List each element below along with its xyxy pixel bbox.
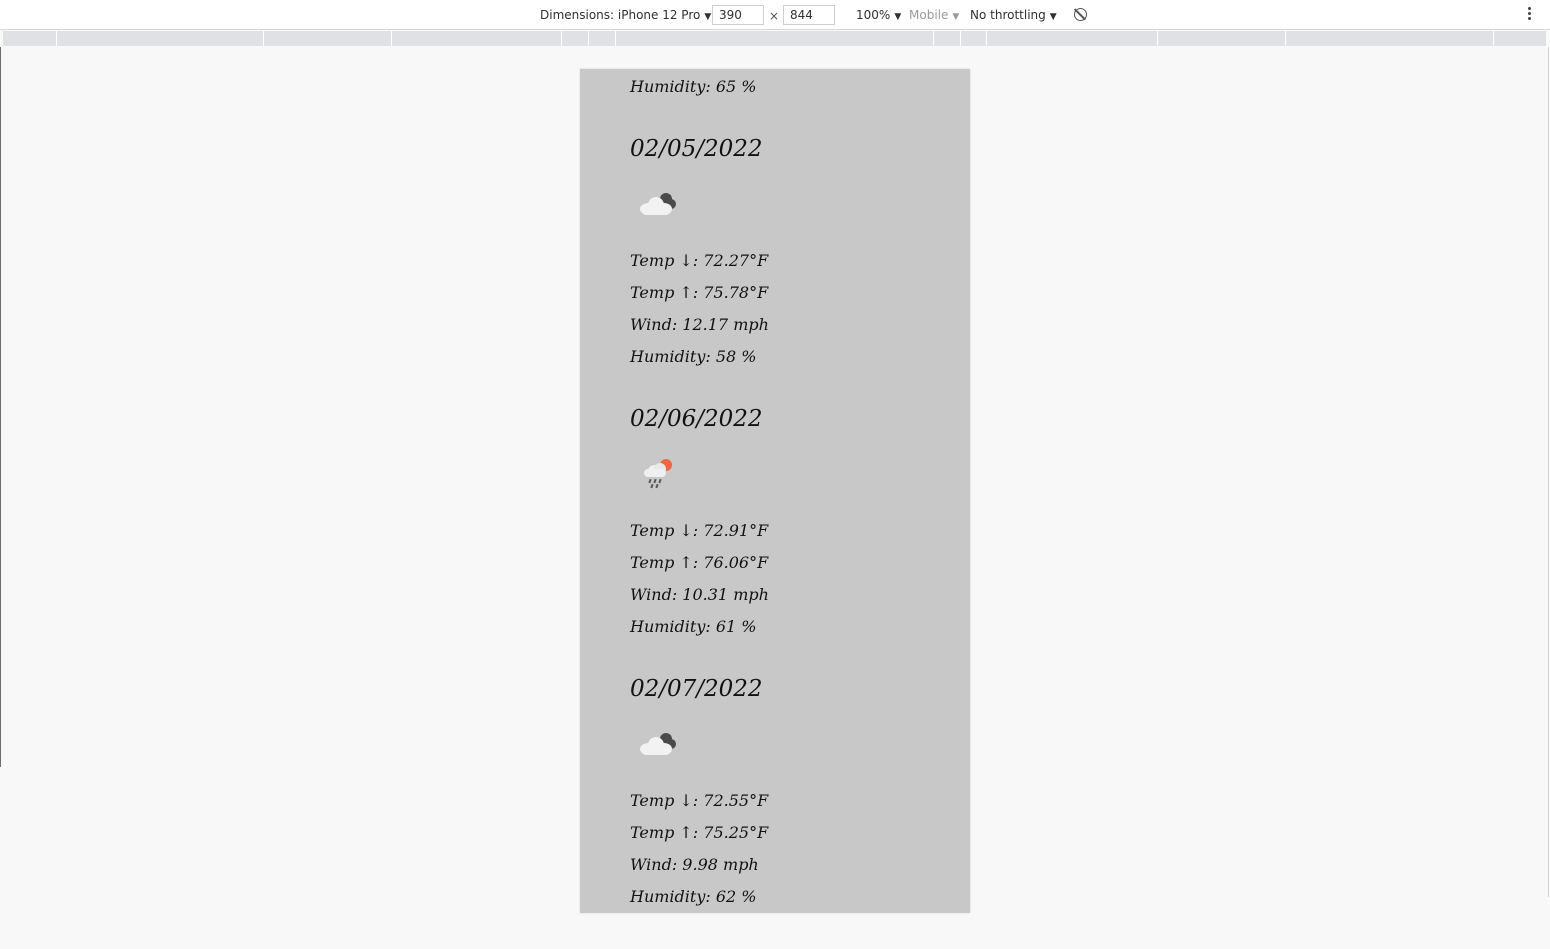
forecast-day: 02/05/2022 Temp ↓: 72.27°F Temp ↑: 75.78… bbox=[630, 131, 930, 373]
temp-high-line: Temp ↑: 76.06°F bbox=[630, 553, 769, 572]
device-dimensions-label: Dimensions: iPhone 12 Pro bbox=[540, 8, 701, 22]
forecast-date: 02/06/2022 bbox=[630, 406, 763, 432]
forecast-list: Wind: 10.37 mph Humidity: 65 % 02/05/202… bbox=[630, 69, 930, 913]
times-sign: × bbox=[769, 9, 780, 23]
rotate-icon[interactable] bbox=[1074, 8, 1087, 21]
forecast-day: 02/06/2022 Temp ↓: 72.91°F Temp ↑: 76.06… bbox=[630, 401, 930, 643]
forecast-day: 02/07/2022 Temp ↓: 72.55°F Temp ↑: 75.25… bbox=[630, 671, 930, 913]
forecast-date: 02/05/2022 bbox=[630, 136, 763, 162]
zoom-dropdown[interactable]: 100% ▼ bbox=[856, 8, 901, 22]
chevron-down-icon: ▼ bbox=[952, 12, 960, 22]
temp-low-line: Temp ↓: 72.27°F bbox=[630, 251, 769, 270]
device-dimensions-dropdown[interactable]: Dimensions: iPhone 12 Pro ▼ bbox=[540, 8, 711, 22]
device-mode-dropdown[interactable]: Mobile ▼ bbox=[909, 8, 959, 22]
wind-line: Wind: 12.17 mph bbox=[630, 315, 769, 334]
wind-line: Wind: 9.98 mph bbox=[630, 855, 759, 874]
device-toolbar: Dimensions: iPhone 12 Pro▼ × 100%▼ Mobil… bbox=[0, 0, 1550, 30]
wind-line: Wind: 10.31 mph bbox=[630, 585, 769, 604]
cloud-icon bbox=[630, 719, 690, 769]
width-input[interactable] bbox=[712, 5, 764, 25]
height-input[interactable] bbox=[783, 5, 835, 25]
device-mode-label: Mobile bbox=[909, 8, 949, 22]
viewport-right-edge bbox=[1548, 47, 1549, 897]
chevron-down-icon: ▼ bbox=[704, 12, 712, 22]
zoom-label: 100% bbox=[856, 8, 891, 22]
rain-sun-icon bbox=[630, 449, 690, 499]
chevron-down-icon: ▼ bbox=[894, 12, 902, 22]
humidity-line: Humidity: 61 % bbox=[630, 617, 757, 636]
humidity-line: Humidity: 65 % bbox=[630, 77, 757, 96]
temp-high-line: Temp ↑: 75.78°F bbox=[630, 283, 769, 302]
forecast-date: 02/07/2022 bbox=[630, 676, 763, 702]
humidity-line: Humidity: 58 % bbox=[630, 347, 757, 366]
device-viewport[interactable]: Wind: 10.37 mph Humidity: 65 % 02/05/202… bbox=[580, 69, 970, 913]
throttling-label: No throttling bbox=[970, 8, 1046, 22]
humidity-line: Humidity: 62 % bbox=[630, 887, 757, 906]
throttling-dropdown[interactable]: No throttling ▼ bbox=[970, 8, 1057, 22]
more-options-icon[interactable] bbox=[1524, 7, 1534, 23]
temp-high-line: Temp ↑: 75.25°F bbox=[630, 823, 769, 842]
temp-low-line: Temp ↓: 72.55°F bbox=[630, 791, 769, 810]
chevron-down-icon: ▼ bbox=[1049, 12, 1057, 22]
cloud-icon bbox=[630, 179, 690, 229]
viewport-left-edge bbox=[0, 47, 1, 767]
temp-low-line: Temp ↓: 72.91°F bbox=[630, 521, 769, 540]
media-query-ruler[interactable] bbox=[3, 31, 1546, 46]
